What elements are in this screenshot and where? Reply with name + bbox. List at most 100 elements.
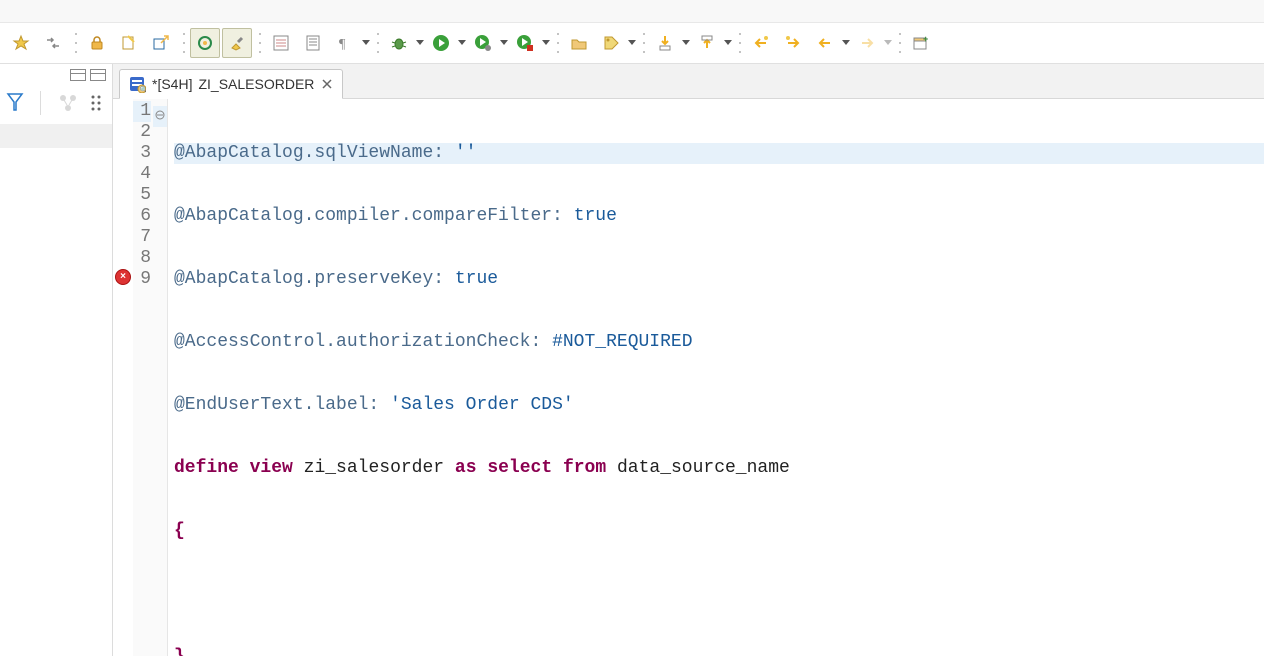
code-editor[interactable]: × 1 2 3 4 5 6 7 8 9 [113, 99, 1264, 656]
maximize-view-button[interactable] [90, 69, 106, 81]
line-number: 3 [133, 143, 151, 164]
toolbar-separator [258, 30, 262, 56]
link-editor-button[interactable] [38, 28, 68, 58]
tab-close-button[interactable] [320, 77, 334, 91]
debug-dropdown[interactable] [416, 39, 424, 47]
annotation: @AccessControl.authorizationCheck: [174, 332, 541, 352]
chevron-down-icon [842, 39, 850, 47]
identifier: data_source_name [617, 458, 790, 478]
tag-icon [602, 34, 620, 52]
run-dropdown[interactable] [458, 39, 466, 47]
debug-button[interactable] [384, 28, 414, 58]
filter-icon[interactable] [6, 92, 24, 114]
run-button[interactable] [426, 28, 456, 58]
cds-file-icon: 🔍 [128, 75, 146, 93]
tag-button[interactable] [596, 28, 626, 58]
annotation: @AbapCatalog.preserveKey: [174, 269, 444, 289]
editor-tab[interactable]: 🔍 *[S4H] ZI_SALESORDER [119, 69, 343, 99]
nav-fwd-alt-button[interactable] [778, 28, 808, 58]
document-icon [304, 34, 322, 52]
chevron-down-icon [682, 39, 690, 47]
fold-toggle-icon[interactable] [155, 106, 165, 116]
keyword: view [250, 458, 293, 478]
svg-text:¶: ¶ [339, 37, 346, 52]
show-detail-button[interactable] [298, 28, 328, 58]
error-marker-icon[interactable]: × [115, 269, 131, 285]
link-arrows-icon [44, 34, 62, 52]
new-star-icon [12, 34, 30, 52]
line-number: 9 [133, 269, 151, 290]
identifier: zi_salesorder [304, 458, 444, 478]
toolbar-separator [898, 30, 902, 56]
arrow-up-box-icon [698, 34, 716, 52]
run-profile-dropdown[interactable] [542, 39, 550, 47]
chevron-down-icon [416, 39, 424, 47]
arrow-fwd-star-icon [784, 34, 802, 52]
hierarchy-icon[interactable] [57, 92, 79, 114]
open-external-button[interactable] [146, 28, 176, 58]
play-red-icon [516, 34, 534, 52]
run-profile-button[interactable] [510, 28, 540, 58]
highlighter-icon [228, 34, 246, 52]
side-panel [0, 64, 113, 656]
code-text[interactable]: @AbapCatalog.sqlViewName: '' @AbapCatalo… [168, 99, 1264, 656]
svg-text:+: + [923, 34, 928, 44]
pilcrow-icon: ¶ [336, 34, 354, 52]
arrow-right-icon [858, 34, 876, 52]
annotation: @AbapCatalog.compiler.compareFilter: [174, 206, 563, 226]
toolbar-separator [738, 30, 742, 56]
brace: { [174, 521, 185, 541]
arrow-left-icon [816, 34, 834, 52]
annotation-value: 'Sales Order CDS' [390, 395, 574, 415]
chevron-down-icon [628, 39, 636, 47]
arrow-down-box-icon [656, 34, 674, 52]
new-window-button[interactable]: + [906, 28, 936, 58]
close-icon [322, 79, 332, 89]
bug-icon [390, 34, 408, 52]
chevron-down-icon [884, 39, 892, 47]
nav-fwd-dropdown[interactable] [884, 39, 892, 47]
editor-tab-bar: 🔍 *[S4H] ZI_SALESORDER [113, 64, 1264, 99]
nav-fwd-button[interactable] [852, 28, 882, 58]
fold-gutter [153, 99, 168, 656]
more-options-icon[interactable] [89, 92, 103, 114]
minimize-view-button[interactable] [70, 69, 86, 81]
run-coverage-button[interactable] [468, 28, 498, 58]
annotation-value: true [455, 269, 498, 289]
nav-back-alt-button[interactable] [746, 28, 776, 58]
brace: } [174, 647, 185, 656]
toggle-mark-button[interactable] [222, 28, 252, 58]
window-plus-icon: + [912, 34, 930, 52]
nav-back-button[interactable] [810, 28, 840, 58]
show-whitespace-button[interactable]: ¶ [330, 28, 360, 58]
line-number: 4 [133, 164, 151, 185]
nav-back-dropdown[interactable] [842, 39, 850, 47]
activate-button[interactable] [114, 28, 144, 58]
open-folder-button[interactable] [564, 28, 594, 58]
line-number: 8 [133, 248, 151, 269]
annotation-value: true [574, 206, 617, 226]
annotation: @AbapCatalog.sqlViewName: [174, 143, 444, 163]
upload-button[interactable] [692, 28, 722, 58]
side-panel-selection[interactable] [0, 124, 112, 148]
download-dropdown[interactable] [682, 39, 690, 47]
line-number: 2 [133, 122, 151, 143]
keyword: select [487, 458, 552, 478]
lock-button[interactable] [82, 28, 112, 58]
lock-icon [88, 34, 106, 52]
tag-dropdown[interactable] [628, 39, 636, 47]
upload-dropdown[interactable] [724, 39, 732, 47]
keyword: define [174, 458, 239, 478]
line-number: 7 [133, 227, 151, 248]
toolbar-separator [642, 30, 646, 56]
new-object-button[interactable] [6, 28, 36, 58]
editor-area: 🔍 *[S4H] ZI_SALESORDER × [113, 64, 1264, 656]
show-list-button[interactable] [266, 28, 296, 58]
top-strip [0, 0, 1264, 23]
chevron-down-icon [724, 39, 732, 47]
run-coverage-dropdown[interactable] [500, 39, 508, 47]
export-icon [152, 34, 170, 52]
whitespace-dropdown[interactable] [362, 39, 370, 47]
download-button[interactable] [650, 28, 680, 58]
toggle-outline-button[interactable] [190, 28, 220, 58]
